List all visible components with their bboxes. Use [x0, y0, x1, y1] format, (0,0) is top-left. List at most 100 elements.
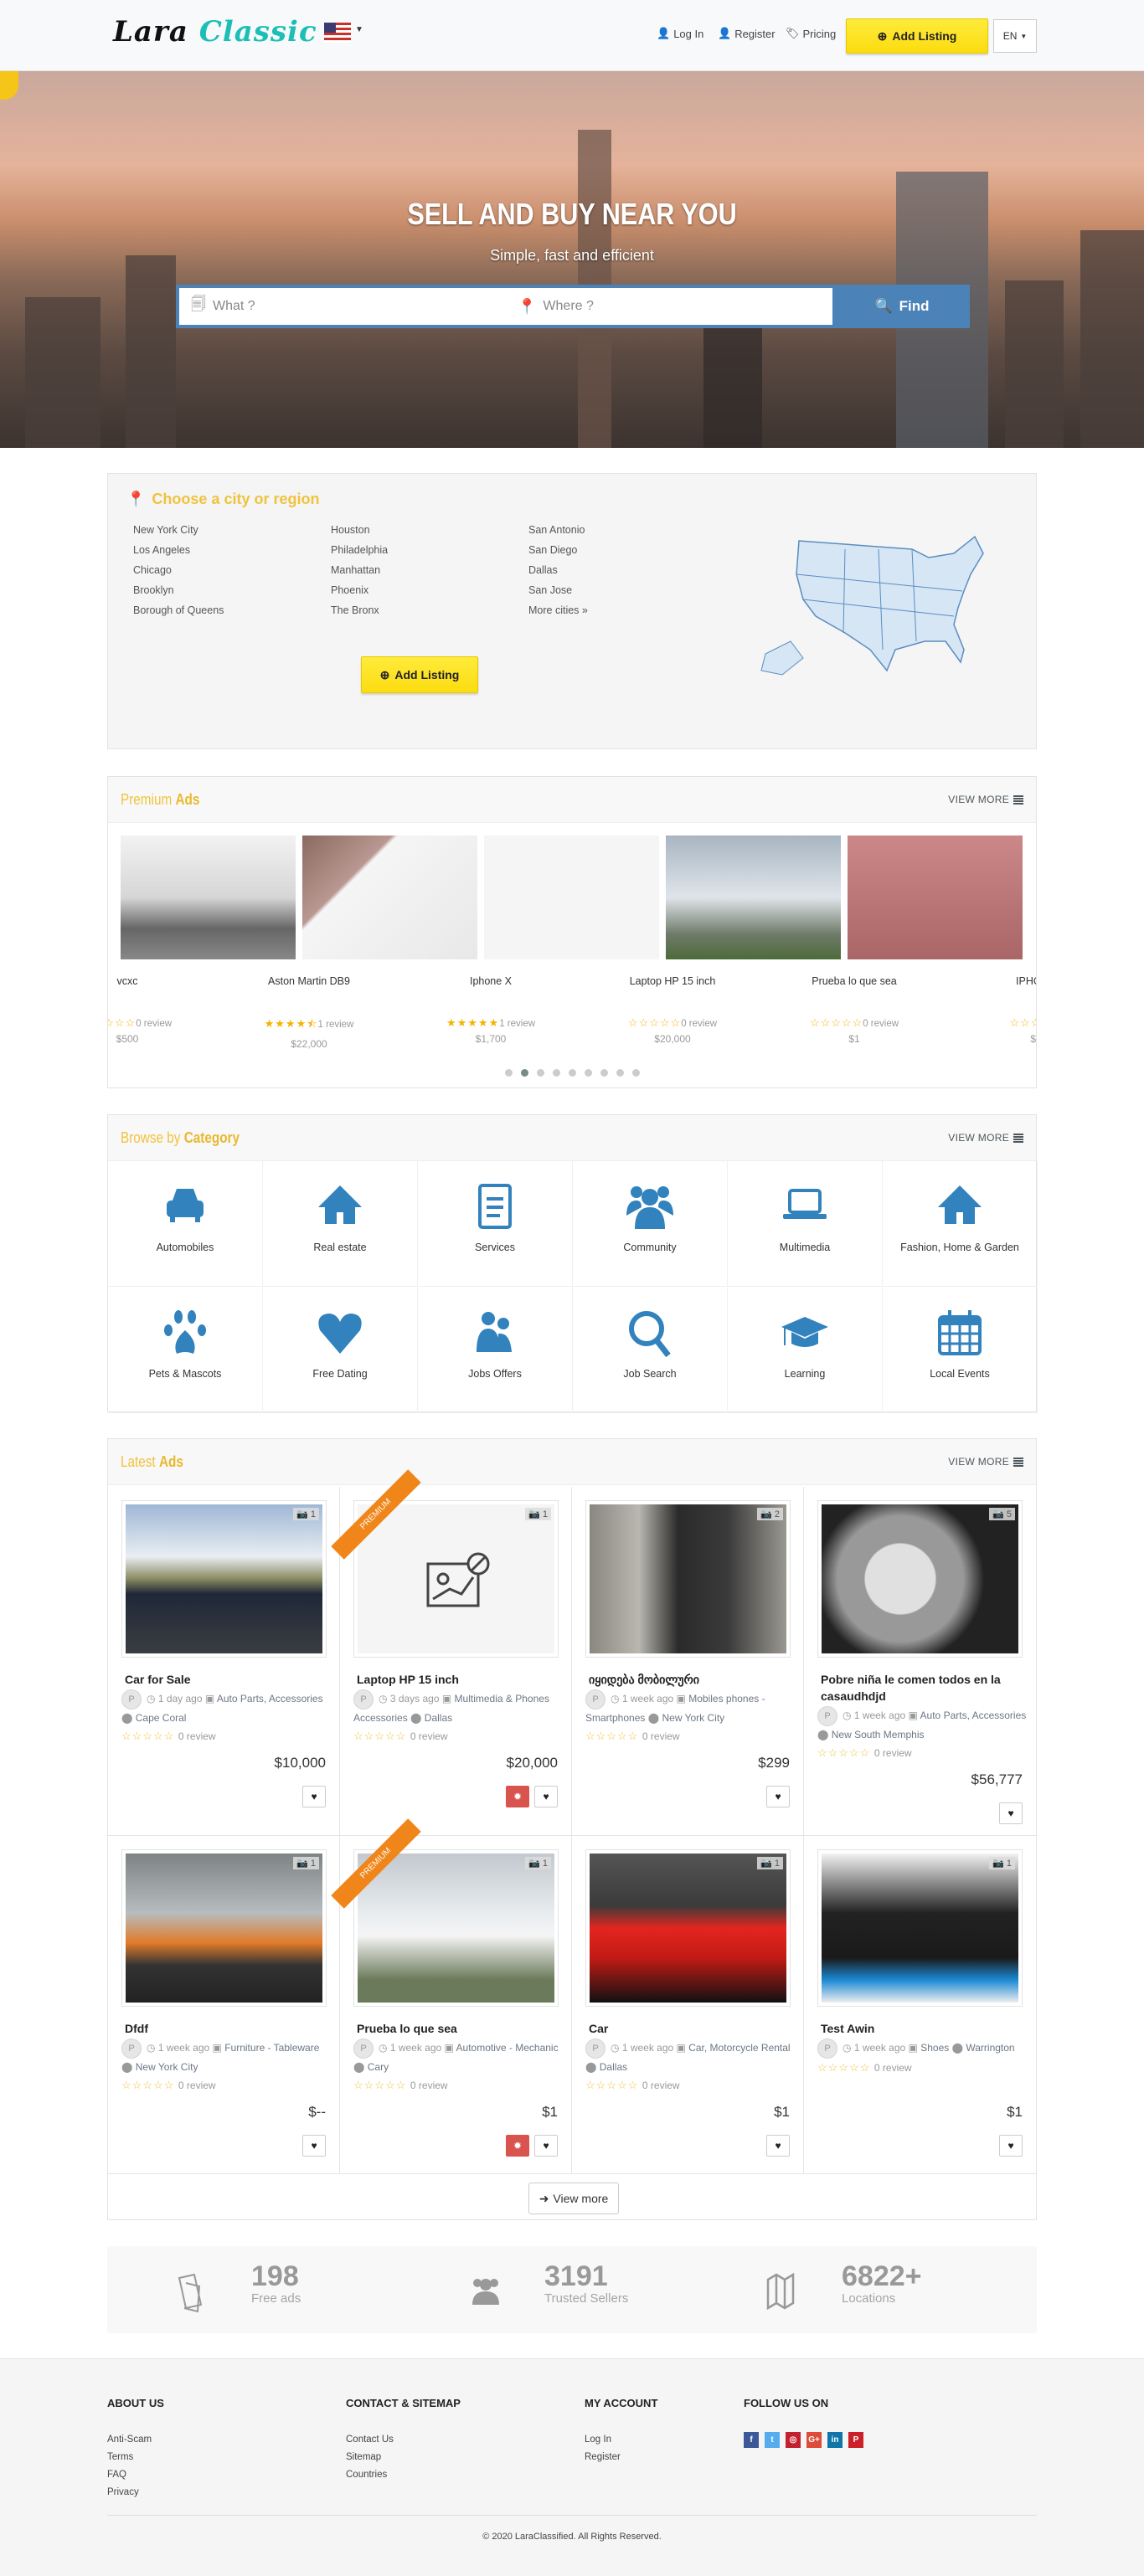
category-community[interactable]: Community — [573, 1161, 728, 1287]
premium-ad-image[interactable] — [121, 836, 296, 959]
carousel-dot[interactable] — [631, 1069, 640, 1077]
category-job-search[interactable]: Job Search — [573, 1288, 728, 1413]
login-link[interactable]: 👤 Log In — [657, 27, 703, 40]
carousel-dot[interactable] — [584, 1069, 592, 1077]
city-link[interactable]: More cities » — [528, 604, 588, 616]
category-fashion-home-garden[interactable]: Fashion, Home & Garden — [883, 1161, 1038, 1287]
report-button[interactable]: ✹ — [506, 1786, 529, 1807]
ad-title[interactable]: იყიდება მობილური — [589, 1671, 794, 1688]
premium-ad-item[interactable]: IPHONE ☆☆☆☆☆ $1 — [952, 975, 1036, 1045]
footer-link[interactable]: Register — [585, 2452, 621, 2462]
find-button[interactable]: 🔍 Find — [834, 285, 970, 328]
carousel-dot[interactable] — [552, 1069, 560, 1077]
favorite-heart-icon[interactable]: ♥ — [999, 1802, 1023, 1824]
caret-down-icon[interactable]: ▼ — [355, 25, 363, 34]
us-flag-icon[interactable] — [324, 23, 351, 43]
ad-location[interactable]: Cary — [368, 2061, 389, 2073]
ad-category[interactable]: Car, Motorcycle Rental — [688, 2042, 790, 2054]
ad-category[interactable]: Furniture - Tableware — [224, 2042, 319, 2054]
favorite-heart-icon[interactable]: ♥ — [302, 2135, 326, 2157]
footer-link[interactable]: Countries — [346, 2470, 387, 2480]
premium-ad-image[interactable] — [848, 836, 1023, 959]
category-local-events[interactable]: Local Events — [883, 1288, 1038, 1413]
ad-category[interactable]: Automotive - Mechanic — [456, 2042, 559, 2054]
ad-image[interactable]: 📷 5 — [817, 1500, 1023, 1658]
ad-location[interactable]: New York City — [662, 1712, 724, 1724]
favorite-heart-icon[interactable]: ♥ — [999, 2135, 1023, 2157]
ad-location[interactable]: Dallas — [425, 1712, 452, 1724]
favorite-heart-icon[interactable]: ♥ — [766, 1786, 790, 1807]
ad-category[interactable]: Auto Parts, Accessories — [920, 1710, 1027, 1721]
carousel-dot[interactable] — [600, 1069, 608, 1077]
facebook-icon[interactable]: f — [744, 2432, 759, 2448]
ad-image[interactable]: 📷 1 — [353, 1849, 559, 2007]
footer-link[interactable]: FAQ — [107, 2470, 126, 2480]
city-link[interactable]: Manhattan — [331, 564, 380, 576]
report-button[interactable]: ✹ — [506, 2135, 529, 2157]
view-more-link[interactable]: VIEW MORE — [948, 1132, 1023, 1144]
favorite-heart-icon[interactable]: ♥ — [534, 2135, 558, 2157]
ad-image[interactable]: 📷 2 — [585, 1500, 791, 1658]
ad-card[interactable]: 📷 1 Dfdf P ◷ 1 week ago ▣ Furniture - Table… — [108, 1836, 340, 2174]
pricing-link[interactable]: 🏷 Pricing — [786, 27, 836, 40]
what-input[interactable]: 🗐 What ? — [179, 288, 506, 325]
city-link[interactable]: Philadelphia — [331, 544, 388, 556]
ad-card[interactable]: 📷 1 Car P ◷ 1 week ago ▣ Car, Motorcycle Re… — [572, 1836, 804, 2174]
carousel-dot[interactable] — [520, 1069, 528, 1077]
ad-image[interactable]: 📷 1 — [353, 1500, 559, 1658]
ad-location[interactable]: New York City — [136, 2061, 198, 2073]
ad-category[interactable]: Auto Parts, Accessories — [217, 1693, 323, 1704]
city-link[interactable]: New York City — [133, 524, 198, 536]
language-dropdown[interactable]: EN ▼ — [993, 19, 1037, 53]
carousel-dot[interactable] — [568, 1069, 576, 1077]
ad-title[interactable]: Laptop HP 15 inch — [357, 1671, 562, 1688]
ad-location[interactable]: Dallas — [600, 2061, 627, 2073]
favorite-heart-icon[interactable]: ♥ — [766, 2135, 790, 2157]
ad-location[interactable]: Cape Coral — [136, 1712, 187, 1724]
city-link[interactable]: San Jose — [528, 584, 572, 596]
ad-card[interactable]: 📷 1 PREMIUM Laptop HP 15 inch P ◷ 3 days ago… — [331, 1469, 572, 1836]
premium-ad-image[interactable] — [484, 836, 659, 959]
ad-card[interactable]: 📷 1 Test Awin P ◷ 1 week ago ▣ Shoes ⬤ Warr… — [804, 1836, 1036, 2174]
footer-link[interactable]: Contact Us — [346, 2435, 394, 2445]
premium-ad-item[interactable]: vcxc★★☆☆☆0 review$500 — [108, 975, 211, 1045]
city-link[interactable]: San Antonio — [528, 524, 585, 536]
ad-card[interactable]: 📷 2 იყიდება მობილური P ◷ 1 week ago ▣ Mobil… — [572, 1487, 804, 1836]
ad-title[interactable]: Car — [589, 2020, 794, 2037]
where-input[interactable]: 📍 Where ? — [506, 288, 832, 325]
carousel-dot[interactable] — [504, 1069, 513, 1077]
city-link[interactable]: Borough of Queens — [133, 604, 224, 616]
ad-title[interactable]: Pobre niña le comen todos en la casaudhd… — [821, 1671, 1026, 1704]
footer-link[interactable]: Anti-Scam — [107, 2435, 152, 2445]
pinterest-icon[interactable]: P — [848, 2432, 863, 2448]
premium-ad-item[interactable]: Iphone X ★★★★★1 review $1,700 — [407, 975, 575, 1045]
city-link[interactable]: Chicago — [133, 564, 172, 576]
ad-location[interactable]: Warrington — [966, 2042, 1014, 2054]
linkedin-icon[interactable]: in — [827, 2432, 843, 2448]
ad-image[interactable]: 📷 1 — [817, 1849, 1023, 2007]
view-more-button[interactable]: ➜ View more — [528, 2183, 619, 2214]
usa-map[interactable] — [745, 524, 996, 683]
ad-title[interactable]: Prueba lo que sea — [357, 2020, 562, 2037]
favorite-heart-icon[interactable]: ♥ — [302, 1786, 326, 1807]
ad-card[interactable]: 📷 1 PREMIUM Prueba lo que sea P ◷ 1 week ago… — [331, 1818, 572, 2174]
twitter-icon[interactable]: t — [765, 2432, 780, 2448]
category-real-estate[interactable]: Real estate — [263, 1161, 418, 1287]
instagram-icon[interactable]: ◎ — [786, 2432, 801, 2448]
ad-image[interactable]: 📷 1 — [585, 1849, 791, 2007]
city-link[interactable]: Brooklyn — [133, 584, 174, 596]
category-learning[interactable]: Learning — [728, 1288, 883, 1413]
category-automobiles[interactable]: Automobiles — [108, 1161, 263, 1287]
ad-category[interactable]: Shoes — [920, 2042, 949, 2054]
favorite-heart-icon[interactable]: ♥ — [534, 1786, 558, 1807]
premium-ad-item[interactable]: Laptop HP 15 inch ☆☆☆☆☆0 review $20,000 — [589, 975, 756, 1045]
city-link[interactable]: The Bronx — [331, 604, 379, 616]
ad-image[interactable]: 📷 1 — [121, 1500, 327, 1658]
ad-card[interactable]: 📷 5 Pobre niña le comen todos en la casau… — [804, 1487, 1036, 1836]
premium-ad-item[interactable]: Aston Martin DB9 ★★★★⯪1 review $22,000 — [225, 975, 393, 1050]
logo[interactable]: Lara Classic — [113, 15, 317, 49]
city-link[interactable]: Phoenix — [331, 584, 368, 596]
city-link[interactable]: Dallas — [528, 564, 558, 576]
city-link[interactable]: Houston — [331, 524, 370, 536]
category-multimedia[interactable]: Multimedia — [728, 1161, 883, 1287]
